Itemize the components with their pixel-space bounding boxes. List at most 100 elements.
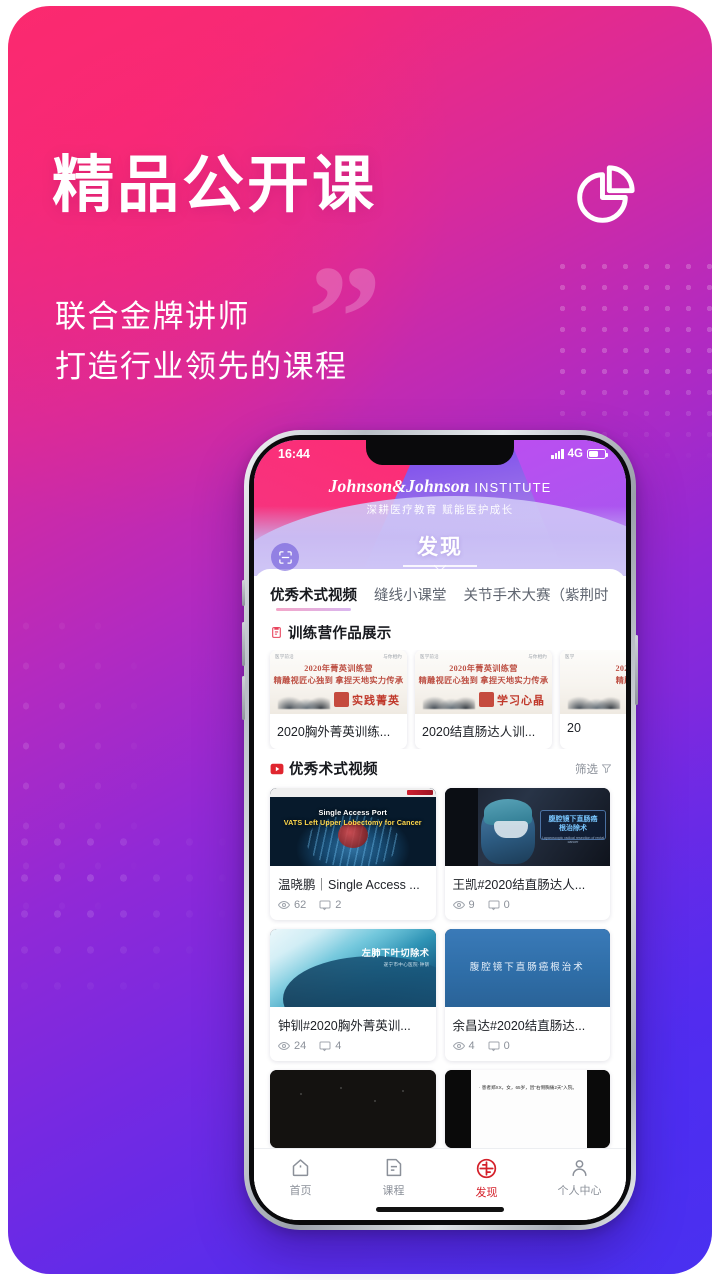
video-thumbnail xyxy=(270,1070,436,1148)
camp-thumb-mountain xyxy=(423,689,475,709)
comment-count-group: 4 xyxy=(319,1040,341,1052)
camp-thumb-tiny-right: 与你相约 xyxy=(383,654,402,659)
video-card-title: 钟钏#2020胸外菁英训... xyxy=(278,1019,411,1033)
person-icon xyxy=(572,1160,587,1177)
home-indicator[interactable] xyxy=(376,1207,504,1212)
camp-thumb-heading: 2020年菁英训练营 精雕视匠心独到 拿捏天地实力传承 xyxy=(415,663,552,687)
thumb-overlay-line-2: 根治除术 xyxy=(559,825,587,833)
thumb-overlay-line-1: 腹腔镜下直肠癌根治术 xyxy=(469,962,585,973)
comment-count-group: 0 xyxy=(488,899,510,911)
video-card-partial[interactable] xyxy=(270,1070,436,1148)
document-icon xyxy=(386,1158,402,1177)
camp-card-title: 2020结直肠达人训... xyxy=(422,725,536,739)
eye-icon xyxy=(452,900,465,910)
phone-power-button[interactable] xyxy=(635,635,638,705)
comment-icon xyxy=(488,1041,500,1052)
home-icon xyxy=(292,1159,309,1177)
jnj-logo-brand: Johnson&Johnson xyxy=(328,476,470,496)
camp-thumb-tiny-left: 医学前沿 xyxy=(420,654,439,659)
thumb-document-text: · 患者郑XX，女，65岁，因"右侧胸痛2天"入院。 xyxy=(478,1085,577,1090)
thumb-overlay-line-1: Single Access Port xyxy=(318,807,387,817)
thumb-overlay-line-2: VATS Left Upper Lobectomy for Cancer xyxy=(283,817,422,827)
camp-thumb-heading-1: 2020年 xyxy=(615,664,626,673)
category-tabs[interactable]: 优秀术式视频 缝线小课堂 关节手术大赛（紫荆时 xyxy=(254,569,626,613)
thumb-overlay-sub: 遂宁市中心医院·钟钏 xyxy=(383,962,430,967)
video-card-title: 王凯#2020结直肠达人... xyxy=(452,878,586,892)
video-section-title: 优秀术式视频 xyxy=(289,762,378,778)
scan-qr-icon[interactable] xyxy=(271,543,299,571)
thumb-art-operating-room: 腹腔镜下直肠癌 根治除术 Laparoscopic radical resect… xyxy=(444,788,610,866)
status-time: 16:44 xyxy=(278,446,310,461)
status-right-group: 4G xyxy=(551,448,608,460)
view-count-group: 62 xyxy=(278,899,306,911)
phone-volume-down-button[interactable] xyxy=(242,676,245,720)
comment-count-group: 2 xyxy=(319,899,341,911)
view-count: 4 xyxy=(468,1040,475,1052)
phone-mockup: 16:44 4G Johnson&Johnson INSTITUTE 深耕医疗教… xyxy=(242,430,638,1230)
page-title-underline xyxy=(403,565,477,572)
poster-subtitle-line-2: 打造行业领先的课程 xyxy=(55,349,348,385)
tabbar-item-profile[interactable]: 个人中心 xyxy=(533,1157,626,1220)
filter-button[interactable]: 筛选 xyxy=(575,761,612,777)
phone-mute-button[interactable] xyxy=(242,580,245,606)
thumb-art-dark xyxy=(270,1070,436,1148)
phone-notch xyxy=(366,440,514,465)
video-card[interactable]: 腹腔镜下直肠癌根治术 余昌达#2020结直肠达... 4 0 xyxy=(444,929,611,1061)
video-card[interactable]: 腹腔镜下直肠癌 根治除术 Laparoscopic radical resect… xyxy=(444,788,610,920)
thumb-overlay-sub: Laparoscopic radical resection of rectal… xyxy=(541,835,605,844)
camp-card[interactable]: 医学 2020年 精雕视 20 xyxy=(560,650,626,749)
camp-section-header: 训练营作品展示 xyxy=(254,613,626,650)
video-thumbnail: 腹腔镜下直肠癌根治术 xyxy=(444,929,610,1007)
tabbar-item-home[interactable]: 首页 xyxy=(254,1157,347,1220)
battery-icon xyxy=(587,448,608,459)
camp-thumb-tiny-left: 医学 xyxy=(565,654,575,659)
thumb-art-document: · 患者郑XX，女，65岁，因"右侧胸痛2天"入院。 xyxy=(444,1070,610,1148)
video-card-partial[interactable]: · 患者郑XX，女，65岁，因"右侧胸痛2天"入院。 xyxy=(444,1070,610,1148)
video-grid[interactable]: Single Access Port VATS Left Upper Lobec… xyxy=(254,786,626,1148)
comment-count: 2 xyxy=(335,899,342,911)
tabbar-label-discover: 发现 xyxy=(475,1187,498,1199)
jnj-logo-suffix: INSTITUTE xyxy=(474,480,552,495)
eye-icon xyxy=(278,900,290,910)
phone-volume-up-button[interactable] xyxy=(242,622,245,666)
camp-thumbnail: 医学前沿 与你相约 2020年菁英训练营 精雕视匠心独到 拿捏天地实力传承 学习… xyxy=(415,650,552,714)
camp-card[interactable]: 医学前沿 与你相约 2020年菁英训练营 精雕视匠心独到 拿捏天地实力传承 学习… xyxy=(415,650,552,749)
comment-icon xyxy=(319,1041,331,1052)
camp-card-row[interactable]: 医学前沿 与你相约 2020年菁英训练营 精雕视匠心独到 拿捏天地实力传承 实践… xyxy=(254,650,626,749)
video-card[interactable]: Single Access Port VATS Left Upper Lobec… xyxy=(270,788,436,920)
tab-excellent-videos[interactable]: 优秀术式视频 xyxy=(270,584,357,613)
camp-card-title: 20 xyxy=(567,721,581,735)
thumb-art-blue: 腹腔镜下直肠癌根治术 xyxy=(444,929,610,1007)
camp-thumb-tiny-right: 与你相约 xyxy=(528,654,547,659)
video-card[interactable]: 左肺下叶切除术 遂宁市中心医院·钟钏 钟钏#2020胸外菁英训... 24 4 xyxy=(270,929,436,1061)
camp-thumb-heading-1: 2020年菁英训练营 xyxy=(304,664,373,673)
camp-thumb-slogan: 实践菁英 xyxy=(352,695,400,707)
camp-thumb-tiny-left: 医学前沿 xyxy=(275,654,294,659)
thumb-overlay-text: 腹腔镜下直肠癌 根治除术 xyxy=(541,815,605,834)
brand-tagline: 深耕医疗教育 赋能医护成长 xyxy=(366,504,514,516)
video-card-title: 温晓鹏｜Single Access ... xyxy=(278,878,420,892)
camp-card[interactable]: 医学前沿 与你相约 2020年菁英训练营 精雕视匠心独到 拿捏天地实力传承 实践… xyxy=(270,650,407,749)
tabbar-label-home: 首页 xyxy=(289,1185,312,1197)
comment-icon xyxy=(319,900,331,911)
video-section-header: 优秀术式视频 筛选 xyxy=(254,749,626,786)
video-card-title: 余昌达#2020结直肠达... xyxy=(452,1019,586,1033)
thumb-surgical-mask xyxy=(494,820,529,838)
tab-joint-surgery-contest[interactable]: 关节手术大赛（紫荆时 xyxy=(464,584,609,613)
camp-thumb-heading: 2020年菁英训练营 精雕视匠心独到 拿捏天地实力传承 xyxy=(270,663,407,687)
eye-icon xyxy=(452,1041,465,1051)
video-card-meta: 4 0 xyxy=(445,1038,611,1061)
phone-screen: 16:44 4G Johnson&Johnson INSTITUTE 深耕医疗教… xyxy=(254,440,626,1220)
view-count-group: 24 xyxy=(278,1040,306,1052)
thumb-overlay-line-1: 腹腔镜下直肠癌 xyxy=(548,815,598,823)
camp-thumbnail: 医学 2020年 精雕视 xyxy=(560,650,626,714)
video-thumbnail: 腹腔镜下直肠癌 根治除术 Laparoscopic radical resect… xyxy=(444,788,610,866)
poster-subtitle-line-1: 联合金牌讲师 xyxy=(55,299,250,334)
thumb-overlay-line-1: 左肺下叶切除术 xyxy=(361,948,430,958)
camp-thumb-heading-2: 精雕视匠心独到 拿捏天地实力传承 xyxy=(418,675,549,685)
camp-thumb-seal xyxy=(479,692,494,707)
page-title-wrap: 发现 xyxy=(254,531,626,572)
thumb-art-chest: Single Access Port VATS Left Upper Lobec… xyxy=(270,788,436,866)
clipboard-icon xyxy=(270,626,283,639)
tab-suture-class[interactable]: 缝线小课堂 xyxy=(374,584,447,613)
